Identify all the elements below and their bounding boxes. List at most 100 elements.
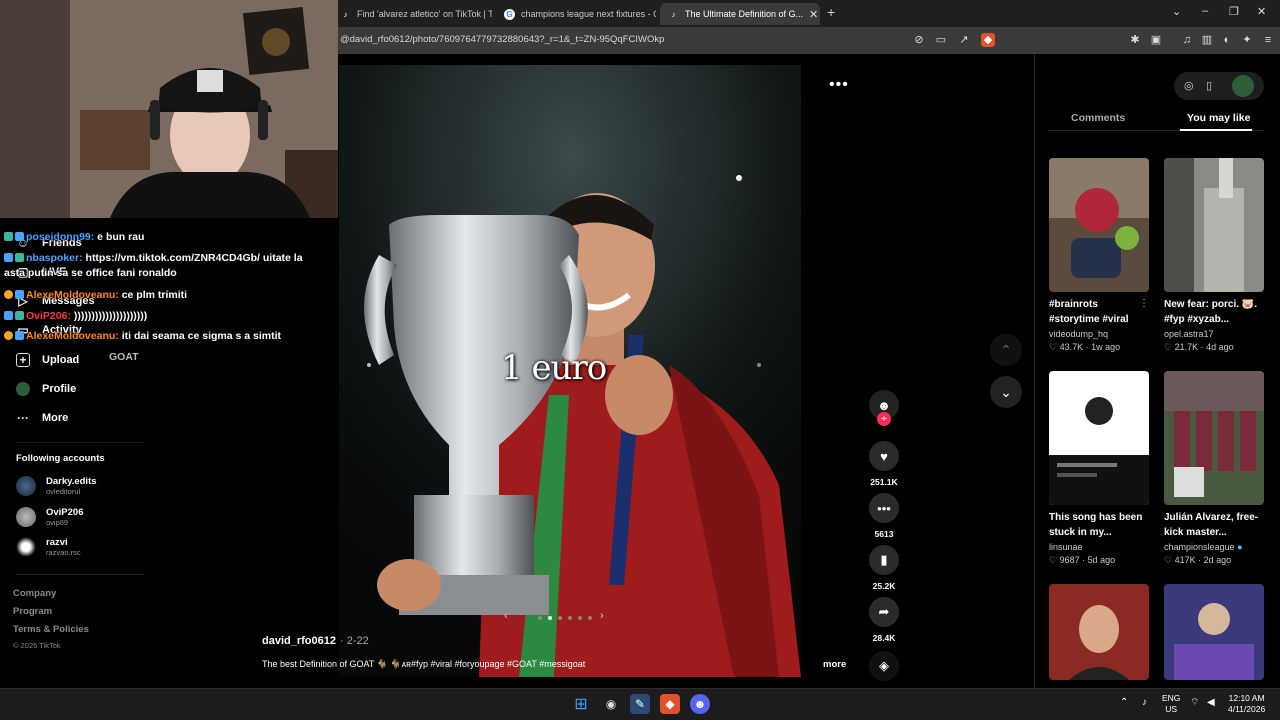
account-name: Darky.edits [46, 476, 97, 487]
tab-search-tiktok[interactable]: ♪ Find 'alvarez atletico' on TikTok | Ti… [332, 3, 493, 25]
video-thumbnail[interactable] [1164, 584, 1264, 680]
author-name[interactable]: david_rfo0612 [262, 635, 336, 647]
extensions-icon[interactable]: ✱ [1128, 33, 1142, 47]
sidebar-item-more[interactable]: ··· More [16, 411, 68, 425]
card-channel[interactable]: championsleague ● [1164, 542, 1266, 552]
volume-icon[interactable]: ◀ [1207, 697, 1215, 708]
share-icon[interactable]: ↗ [957, 33, 971, 47]
follow-plus-icon[interactable]: + [877, 412, 891, 426]
eye-off-icon[interactable]: ⊘ [912, 33, 926, 47]
suggested-video-card[interactable] [1049, 584, 1151, 680]
suggested-video-card[interactable] [1164, 584, 1266, 680]
tab-google[interactable]: G champions league next fixtures - Goo [496, 3, 656, 25]
slide-dot[interactable] [578, 616, 582, 620]
maximize-icon[interactable]: ❐ [1229, 5, 1239, 18]
tab-tiktok-active[interactable]: ♪ The Ultimate Definition of G... ✕ [660, 3, 820, 25]
video-thumbnail[interactable] [1164, 158, 1264, 292]
obs-icon[interactable]: ◉ [601, 694, 621, 714]
menu-icon[interactable]: ≡ [1261, 33, 1275, 47]
url-field[interactable]: @david_rfo0612/photo/7609764779732880643… [340, 34, 664, 45]
video-thumbnail[interactable] [1049, 371, 1149, 505]
heart-icon[interactable]: ♥ [869, 441, 899, 471]
suggested-video-card[interactable]: Julián Alvarez, free-kick master... cham… [1164, 371, 1266, 566]
card-title: Julián Alvarez, free-kick master... [1164, 512, 1259, 538]
video-thumbnail[interactable] [1164, 371, 1264, 505]
card-channel[interactable]: videodump_hq [1049, 329, 1151, 339]
card-channel[interactable]: linsunae [1049, 542, 1151, 552]
footer-link-terms[interactable]: Terms & Policies [13, 624, 89, 635]
phone-icon[interactable]: ▯ [1206, 79, 1212, 92]
brave-shield-icon[interactable]: ◆ [981, 33, 995, 47]
sidebar-item-profile[interactable]: Profile [16, 382, 76, 396]
following-account-2[interactable]: OviP206 ovip89 [16, 507, 84, 527]
card-options-icon[interactable]: ⋮ [1139, 298, 1149, 309]
like-button[interactable]: ♥ 251.1K [866, 441, 902, 487]
sidebar-item-upload[interactable]: + Upload [16, 353, 79, 367]
share-arrow-icon[interactable]: ➦ [869, 597, 899, 627]
leo-ai-icon[interactable]: ✦ [1240, 33, 1254, 47]
microphone-icon[interactable]: ♪ [1142, 697, 1147, 708]
language-indicator[interactable]: ENG US [1162, 693, 1180, 715]
tab-list-icon[interactable]: ⌄ [1172, 5, 1181, 18]
post-author[interactable]: david_rfo0612 · 2-22 [262, 635, 369, 647]
slide-dot[interactable] [548, 616, 552, 620]
post-options-icon[interactable]: ••• [829, 76, 849, 94]
network-icon[interactable]: ⌔ [1190, 697, 1199, 708]
sound-disc-icon[interactable]: ◈ [869, 651, 899, 681]
music-icon[interactable]: ♫ [1180, 33, 1194, 47]
comment-icon[interactable]: ••• [869, 493, 899, 523]
wallet-icon[interactable]: ▣ [1149, 33, 1163, 47]
more-link[interactable]: more [823, 659, 846, 670]
tray-overflow-icon[interactable]: ⌃ [1120, 697, 1128, 708]
footer-link-company[interactable]: Company [13, 588, 56, 599]
chat-badge-icon [15, 232, 24, 241]
share-button[interactable]: ➦ 28.4K [866, 597, 902, 643]
video-thumbnail[interactable] [1049, 584, 1149, 680]
slide-dot[interactable] [538, 616, 542, 620]
brave-browser-icon[interactable]: ◆ [660, 694, 680, 714]
slide-dot[interactable] [558, 616, 562, 620]
close-window-icon[interactable]: ✕ [1257, 5, 1266, 18]
suggested-video-card[interactable]: New fear: porci. 🐷. #fyp #xyzab... opel.… [1164, 158, 1266, 353]
close-tab-icon[interactable]: ✕ [809, 8, 818, 21]
compass-icon[interactable]: ◎ [1184, 79, 1194, 92]
cast-icon[interactable]: ▭ [934, 33, 948, 47]
author-avatar-button[interactable]: ☻ + [866, 390, 902, 426]
suggested-video-card[interactable]: This song has been stuck in my... linsun… [1049, 371, 1151, 566]
suggested-video-card[interactable]: #brainrots #storytime #viral videodump_h… [1049, 158, 1151, 353]
tab-you-may-like[interactable]: You may like [1187, 112, 1250, 124]
previous-post-button[interactable]: ⌃ [990, 334, 1022, 366]
tab-comments[interactable]: Comments [1071, 112, 1125, 124]
next-slide-icon[interactable]: › [600, 610, 604, 622]
slide-dot[interactable] [588, 616, 592, 620]
discord-icon[interactable]: ☻ [690, 694, 710, 714]
profile-icon[interactable]: ◐ [1220, 33, 1234, 47]
slide-dot[interactable] [568, 616, 572, 620]
sidebar-icon[interactable]: ▥ [1200, 33, 1214, 47]
following-account-1[interactable]: Darky.edits ovleditorul [16, 476, 97, 496]
next-post-button[interactable]: ⌄ [990, 376, 1022, 408]
footer-link-program[interactable]: Program [13, 606, 52, 617]
channel-name[interactable]: championsleague [1164, 542, 1235, 552]
save-button[interactable]: ▮ 25.2K [866, 545, 902, 591]
clock[interactable]: 12:10 AM 4/11/2026 [1228, 693, 1265, 715]
sound-button[interactable]: ◈ [866, 651, 902, 681]
card-channel[interactable]: opel.astra17 [1164, 329, 1266, 339]
copyright: © 2026 TikTok [13, 641, 61, 650]
clock-time: 12:10 AM [1228, 693, 1265, 703]
minimize-icon[interactable]: – [1202, 5, 1208, 17]
user-avatar[interactable] [1232, 75, 1254, 97]
panel-top-controls: ◎ ▯ [1174, 72, 1264, 100]
following-account-3[interactable]: razvi razvan.rsc [16, 537, 81, 557]
prev-slide-icon[interactable]: ‹ [504, 610, 508, 622]
comment-button[interactable]: ••• 5613 [866, 493, 902, 539]
post-photo[interactable]: 1 euro [339, 65, 801, 677]
chat-text: ce plm trimiti [118, 289, 188, 301]
screen: ♪ Find 'alvarez atletico' on TikTok | Ti… [0, 0, 1280, 720]
windows-start-icon[interactable]: ⊞ [571, 694, 591, 714]
app-icon[interactable]: ✎ [630, 694, 650, 714]
video-thumbnail[interactable] [1049, 158, 1149, 292]
bookmark-icon[interactable]: ▮ [869, 545, 899, 575]
chat-text: iti dai seama ce sigma s a simtit [118, 330, 282, 342]
new-tab-button[interactable]: + [827, 4, 835, 20]
